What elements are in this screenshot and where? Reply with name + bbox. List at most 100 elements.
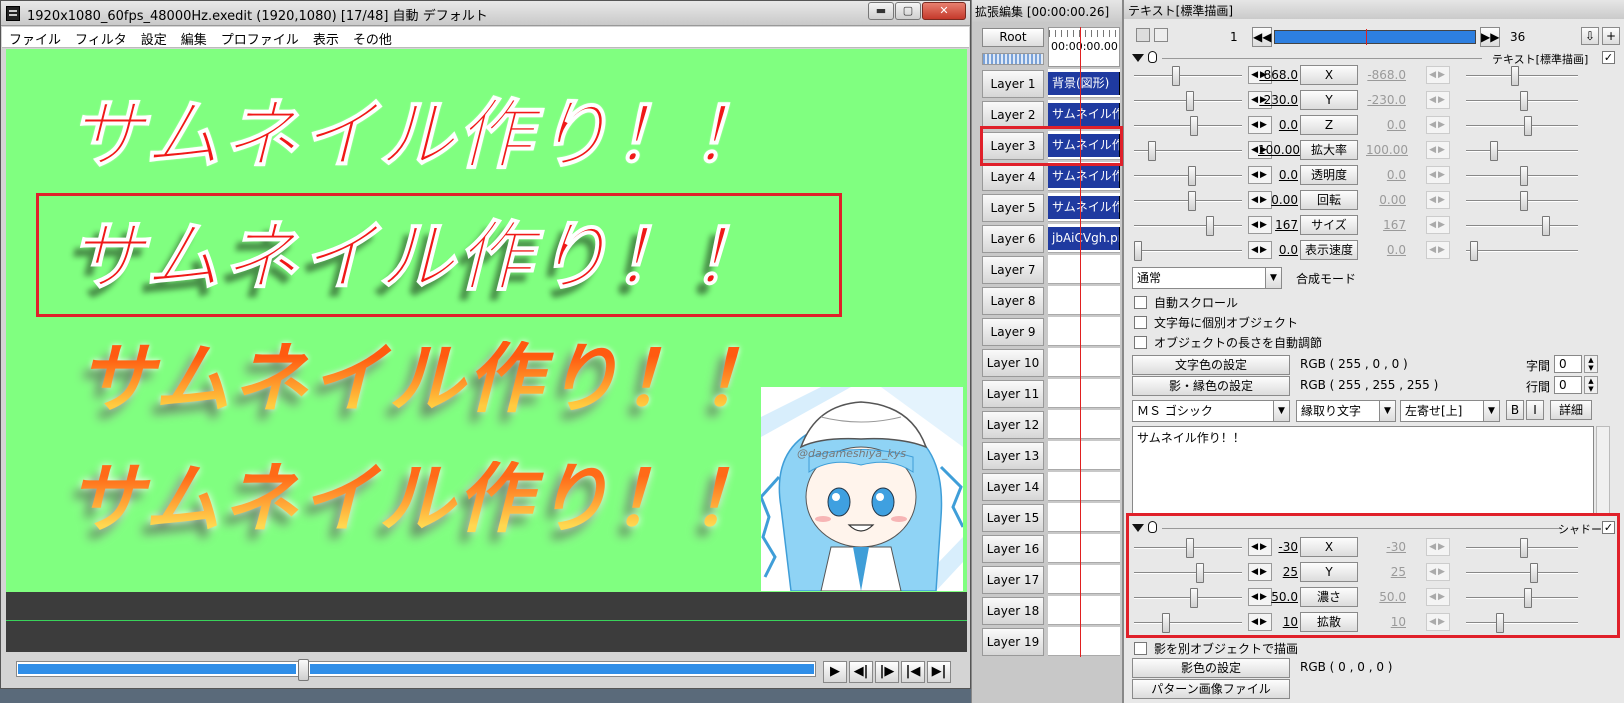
slider-thumb[interactable]	[1530, 563, 1538, 583]
layer-label-13[interactable]: Layer 13	[982, 442, 1044, 470]
preview-canvas[interactable]: サムネイル作り！！ サムネイル作り！！ サムネイル作り！！ サムネイル作り！！	[6, 49, 967, 592]
bold-button[interactable]: B	[1506, 400, 1524, 420]
text-param-start-slider[interactable]	[1134, 66, 1242, 86]
camera-icon[interactable]	[1154, 28, 1168, 42]
text-param-label-button[interactable]: X	[1300, 65, 1358, 85]
layer-label-14[interactable]: Layer 14	[982, 473, 1044, 501]
slider-thumb[interactable]	[1542, 216, 1550, 236]
go-start-button[interactable]: |◀	[901, 661, 925, 683]
align-select[interactable]: 左寄せ[上] ▼	[1400, 400, 1500, 422]
play-button[interactable]: ▶	[823, 661, 847, 683]
text-scrollbar[interactable]	[1596, 426, 1610, 514]
shadow-param-end-slider[interactable]	[1466, 613, 1578, 633]
layer-lane-16[interactable]	[1048, 534, 1120, 563]
layer-lane-19[interactable]	[1048, 627, 1120, 656]
layer-label-4[interactable]: Layer 4	[982, 163, 1044, 191]
char-spacing-spin[interactable]: ▲ ▼	[1584, 355, 1598, 373]
layer-lane-17[interactable]	[1048, 565, 1120, 594]
text-param-end-slider[interactable]	[1466, 191, 1578, 211]
shadow-param-end-slider[interactable]	[1466, 563, 1578, 583]
text-param-start-slider[interactable]	[1134, 141, 1242, 161]
timeline-clip[interactable]: サムネイル作	[1048, 103, 1120, 126]
detail-button[interactable]: 詳細	[1550, 400, 1592, 420]
menu-profile[interactable]: プロファイル	[214, 27, 306, 48]
slider-thumb[interactable]	[1134, 241, 1142, 261]
shadow-enable-checkbox[interactable]: ✓	[1602, 521, 1615, 534]
slider-thumb[interactable]	[1172, 66, 1180, 86]
menu-edit[interactable]: 編集	[174, 27, 214, 48]
text-param-start-value[interactable]: -868.0	[1258, 68, 1298, 82]
slider-thumb[interactable]	[1186, 91, 1194, 111]
shadow-param-start-slider[interactable]	[1134, 588, 1242, 608]
blend-mode-select[interactable]: 通常 ▼	[1132, 267, 1282, 289]
maximize-button[interactable]: ▢	[895, 2, 921, 20]
next-frame-button[interactable]: |▶	[875, 661, 899, 683]
text-param-label-button[interactable]: 拡大率	[1300, 140, 1358, 160]
shadow-separate-checkbox[interactable]	[1134, 642, 1147, 655]
layer-label-2[interactable]: Layer 2	[982, 101, 1044, 129]
collapse-shadow-icon[interactable]	[1132, 524, 1144, 532]
shadow-color-set-button[interactable]: 影色の設定	[1132, 658, 1290, 678]
slider-thumb[interactable]	[1520, 166, 1528, 186]
text-param-start-value[interactable]: 0.0	[1258, 243, 1298, 257]
slider-thumb[interactable]	[1520, 191, 1528, 211]
text-param-label-button[interactable]: サイズ	[1300, 215, 1358, 235]
text-param-start-slider[interactable]	[1134, 191, 1242, 211]
text-param-start-value[interactable]: 0.0	[1258, 168, 1298, 182]
minimize-button[interactable]: ▬	[868, 2, 894, 20]
menu-filter[interactable]: フィルタ	[68, 27, 134, 48]
layer-label-7[interactable]: Layer 7	[982, 256, 1044, 284]
layer-lane-15[interactable]	[1048, 503, 1120, 532]
layer-lane-14[interactable]	[1048, 472, 1120, 501]
next-key-button[interactable]: ▶▶	[1480, 27, 1500, 47]
text-param-start-slider[interactable]	[1134, 216, 1242, 236]
layer-lane-18[interactable]	[1048, 596, 1120, 625]
text-param-start-slider[interactable]	[1134, 116, 1242, 136]
menu-file[interactable]: ファイル	[2, 27, 68, 48]
text-param-start-value[interactable]: 0.0	[1258, 118, 1298, 132]
line-spacing-spin[interactable]: ▲ ▼	[1584, 376, 1598, 394]
shadow-param-start-value[interactable]: 25	[1258, 565, 1298, 579]
line-spacing-input[interactable]: 0	[1554, 376, 1582, 394]
collapse-text-icon[interactable]	[1132, 54, 1144, 62]
text-color-button[interactable]: 文字色の設定	[1132, 355, 1290, 375]
root-button[interactable]: Root	[982, 28, 1044, 47]
layer-label-9[interactable]: Layer 9	[982, 318, 1044, 346]
timeline-clip[interactable]: サムネイル作	[1048, 196, 1120, 219]
layer-label-11[interactable]: Layer 11	[982, 380, 1044, 408]
pattern-image-button[interactable]: パターン画像ファイル	[1132, 679, 1290, 699]
text-param-start-value[interactable]: 100.00	[1258, 143, 1300, 157]
font-select[interactable]: ＭＳ ゴシック ▼	[1132, 400, 1290, 422]
split-icon[interactable]	[1136, 28, 1150, 42]
shadow-param-start-slider[interactable]	[1134, 538, 1242, 558]
text-enable-checkbox[interactable]: ✓	[1602, 51, 1615, 64]
layer-lane-5[interactable]: サムネイル作	[1048, 193, 1120, 222]
decoration-select[interactable]: 縁取り文字 ▼	[1296, 400, 1396, 422]
shadow-param-start-value[interactable]: 10	[1258, 615, 1298, 629]
text-param-end-slider[interactable]	[1466, 66, 1578, 86]
slider-thumb[interactable]	[1524, 116, 1532, 136]
text-param-label-button[interactable]: Y	[1300, 90, 1358, 110]
add-filter-icon[interactable]: +	[1602, 27, 1620, 45]
slider-thumb[interactable]	[1190, 116, 1198, 136]
seek-thumb[interactable]	[298, 659, 309, 681]
slider-thumb[interactable]	[1188, 166, 1196, 186]
slider-thumb[interactable]	[1511, 66, 1519, 86]
text-param-end-slider[interactable]	[1466, 116, 1578, 136]
shadow-color-button[interactable]: 影・縁色の設定	[1132, 376, 1290, 396]
slider-thumb[interactable]	[1190, 588, 1198, 608]
layer-lane-13[interactable]	[1048, 441, 1120, 470]
layer-label-8[interactable]: Layer 8	[982, 287, 1044, 315]
shadow-param-start-value[interactable]: -30	[1258, 540, 1298, 554]
menu-view[interactable]: 表示	[306, 27, 346, 48]
text-param-start-value[interactable]: 0.00	[1258, 193, 1298, 207]
slider-thumb[interactable]	[1490, 141, 1498, 161]
text-param-end-slider[interactable]	[1466, 216, 1578, 236]
auto-length-checkbox[interactable]	[1134, 336, 1147, 349]
shadow-param-start-slider[interactable]	[1134, 613, 1242, 633]
shadow-param-start-slider[interactable]	[1134, 563, 1242, 583]
text-param-start-slider[interactable]	[1134, 166, 1242, 186]
slider-thumb[interactable]	[1206, 216, 1214, 236]
slider-thumb[interactable]	[1188, 191, 1196, 211]
slider-thumb[interactable]	[1496, 613, 1504, 633]
